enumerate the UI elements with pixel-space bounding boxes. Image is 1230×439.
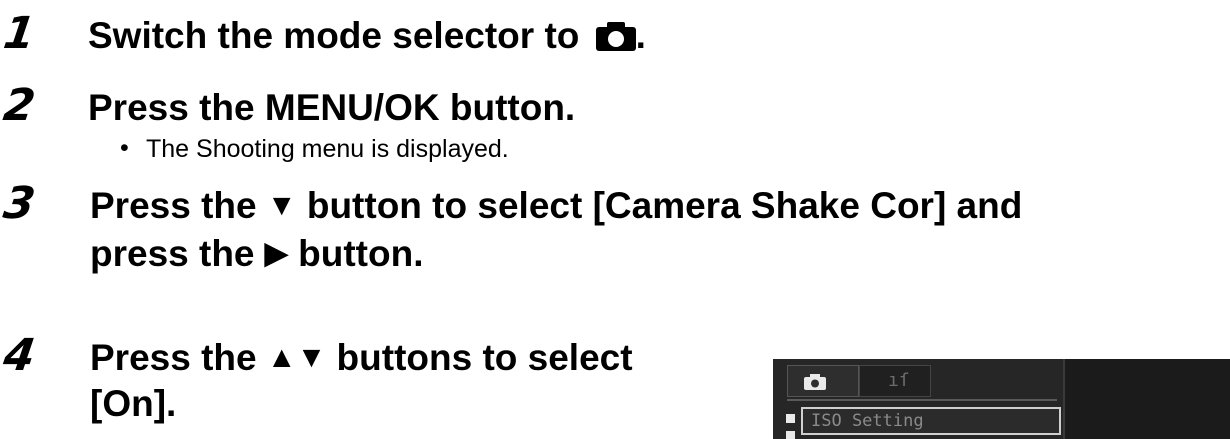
bullet-dot: • <box>120 134 129 162</box>
lcd-tab-setup: ıſ <box>859 365 931 397</box>
step-number: 2 <box>0 80 39 131</box>
step-number: 4 <box>0 330 39 381</box>
lcd-indicator <box>786 431 795 439</box>
step-number: 1 <box>0 8 39 59</box>
step-title-line1: Press the ▲▼ buttons to select <box>90 334 633 382</box>
camera-icon <box>804 374 826 395</box>
right-arrow-icon: ▶ <box>264 237 288 270</box>
lcd-right-panel <box>1063 359 1230 439</box>
up-down-arrow-icon: ▲▼ <box>266 341 327 374</box>
camera-lcd-screenshot: ıſ ISO Setting <box>773 359 1230 439</box>
lcd-tab-shooting <box>787 365 859 397</box>
bullet-text: The Shooting menu is displayed. <box>146 135 509 163</box>
wrench-icon: ıſ <box>888 370 910 391</box>
camera-icon <box>595 22 636 51</box>
step-title-line2: [On]. <box>90 383 177 424</box>
step-number: 3 <box>0 178 39 229</box>
step-title-line2: press the ▶ button. <box>90 230 423 278</box>
down-arrow-icon: ▼ <box>266 189 297 222</box>
lcd-menu-item-selected: ISO Setting <box>801 407 1061 435</box>
lcd-indicator <box>786 414 795 423</box>
lcd-menu-panel: ıſ ISO Setting <box>773 359 1063 439</box>
step-title: Press the MENU/OK button. <box>88 87 576 128</box>
step-title: Switch the mode selector to . <box>88 15 646 56</box>
step-title-line1: Press the ▼ button to select [Camera Sha… <box>90 182 1022 230</box>
